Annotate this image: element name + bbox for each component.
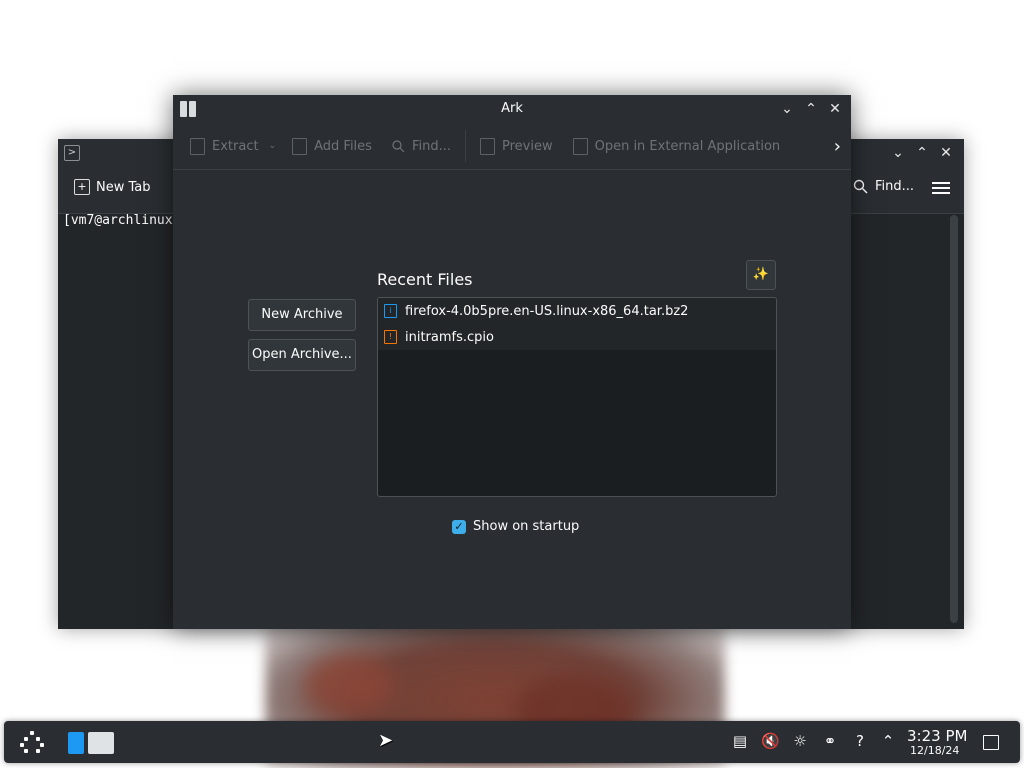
window-title: Ark [501,101,523,116]
terminal-scrollbar[interactable] [950,215,958,623]
taskbar: ▤ 🔇 ☼ ⚭ ? ⌃ 3:23 PM 12/18/24 [4,721,1020,763]
recent-files-heading: Recent Files [377,270,473,289]
new-tab-icon: + [74,179,90,195]
maximize-button[interactable]: ⌃ [912,143,932,163]
broom-icon: ✨ [752,267,770,282]
add-files-label: Add Files [314,138,372,154]
task-ark-icon[interactable] [66,729,118,757]
recent-file-name: firefox-4.0b5pre.en-US.linux-x86_64.tar.… [405,303,689,319]
minimize-button[interactable]: ⌄ [888,143,908,163]
hamburger-menu-icon[interactable] [932,179,950,195]
add-files-button[interactable]: Add Files [292,137,372,155]
find-label: Find... [411,138,451,154]
list-item[interactable]: i firefox-4.0b5pre.en-US.linux-x86_64.ta… [378,298,776,324]
find-button[interactable]: Find... [392,139,451,154]
chevron-down-icon[interactable]: ⌄ [269,141,277,151]
find-label: Find... [874,179,914,194]
ark-titlebar[interactable]: Ark ⌄ ⌃ ✕ [173,95,851,123]
list-item[interactable]: ! initramfs.cpio [378,324,776,350]
maximize-button[interactable]: ⌃ [801,99,821,119]
recent-files-list[interactable]: i firefox-4.0b5pre.en-US.linux-x86_64.ta… [377,297,777,497]
archive-icon-orange: ! [384,330,397,344]
clock-date[interactable]: 12/18/24 [910,744,959,757]
terminal-prompt[interactable]: [vm7@archlinux [63,213,173,228]
find-button[interactable]: Find... [853,179,914,194]
search-icon [392,139,405,152]
ark-toolbar: Extract ⌄ Add Files Find... Preview Open… [173,123,851,170]
open-external-button[interactable]: Open in External Application [572,137,781,155]
terminal-icon: > [64,145,80,161]
expand-tray-icon[interactable]: ⌃ [879,732,897,750]
toolbar-separator [464,130,466,162]
recent-file-name: initramfs.cpio [405,329,494,345]
extract-button[interactable]: Extract [190,137,259,155]
clock-time[interactable]: 3:23 PM [907,727,967,745]
network-icon[interactable]: ⚭ [821,732,839,750]
close-button[interactable]: ✕ [825,99,845,119]
close-button[interactable]: ✕ [936,143,956,163]
ark-window[interactable]: Ark ⌄ ⌃ ✕ Extract ⌄ Add Files Find... Pr… [173,95,851,629]
preview-label: Preview [501,138,553,154]
document-icon [572,137,588,155]
volume-muted-icon[interactable]: 🔇 [761,732,780,750]
app-launcher-icon[interactable] [20,731,44,755]
show-desktop-icon[interactable] [983,735,999,750]
search-icon [853,179,868,194]
preview-button[interactable]: Preview [479,137,553,155]
show-on-startup-checkbox[interactable]: ✓ Show on startup [452,519,579,534]
preview-icon [479,137,495,155]
checkbox-checked-icon[interactable]: ✓ [452,519,466,534]
clipboard-icon[interactable]: ▤ [731,732,749,750]
extract-label: Extract [212,138,259,154]
extract-icon [190,137,205,155]
help-icon[interactable]: ? [851,732,869,750]
new-archive-button[interactable]: New Archive [248,299,356,331]
new-tab-button[interactable]: + New Tab [74,179,151,195]
open-external-label: Open in External Application [594,138,781,154]
open-archive-button[interactable]: Open Archive... [248,339,356,371]
show-on-startup-label: Show on startup [473,519,580,534]
clear-history-button[interactable]: ✨ [746,260,776,290]
new-tab-label: New Tab [96,179,151,195]
mouse-cursor-icon: ➤ [378,730,394,751]
archive-icon-blue: i [384,304,397,318]
chevron-right-icon[interactable]: › [834,136,841,157]
brightness-icon[interactable]: ☼ [791,732,809,750]
minimize-button[interactable]: ⌄ [777,99,797,119]
add-files-icon [292,137,308,155]
